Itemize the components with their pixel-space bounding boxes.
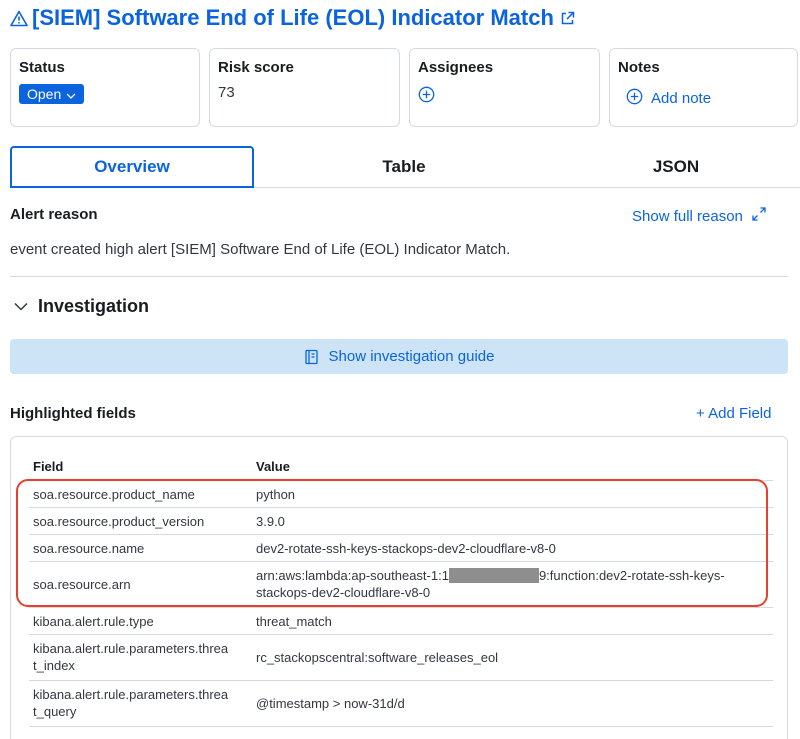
tab-bar: Overview Table JSON (10, 146, 800, 188)
plus-circle-icon (626, 88, 643, 109)
field-value-part: 9:function:dev2-rotate-ssh-keys- (538, 568, 725, 583)
field-name: kibana.alert.rule.type (33, 614, 154, 629)
field-name-part: t_index (33, 658, 75, 673)
column-header-field: Field (33, 459, 64, 474)
redaction-block (448, 568, 539, 583)
notes-label: Notes (618, 59, 660, 76)
field-name: kibana.alert.rule.parameters.threa t_ind… (33, 640, 228, 674)
table-row: soa.resource.product_version 3.9.0 (29, 508, 773, 535)
table-row: soa.resource.arn arn:aws:lambda:ap-south… (29, 562, 773, 608)
highlighted-fields-label: Highlighted fields (10, 405, 136, 422)
table-row: soa.resource.product_name python (29, 481, 773, 508)
field-name: soa.resource.product_version (33, 514, 205, 529)
show-investigation-guide-button[interactable]: Show investigation guide (10, 339, 788, 374)
table-row: kibana.alert.rule.type threat_match (29, 608, 773, 635)
investigation-label: Investigation (38, 296, 150, 316)
add-note-label: Add note (651, 90, 712, 107)
alert-reason-label: Alert reason (10, 206, 98, 223)
tab-table[interactable]: Table (268, 146, 540, 188)
add-assignee-button[interactable] (418, 86, 435, 108)
field-value: 3.9.0 (256, 514, 285, 529)
risk-score-value: 73 (218, 84, 235, 101)
status-label: Status (19, 59, 65, 76)
chevron-down-icon (14, 302, 28, 311)
field-name-part: kibana.alert.rule.parameters.threa (33, 641, 229, 656)
alert-title-text[interactable]: [SIEM] Software End of Life (EOL) Indica… (32, 5, 554, 31)
chevron-down-icon (66, 86, 76, 102)
book-icon (304, 349, 319, 365)
add-field-button[interactable]: + Add Field (696, 405, 771, 422)
show-full-reason-link[interactable]: Show full reason (632, 206, 767, 226)
highlighted-fields-table: Field Value soa.resource.product_name py… (10, 436, 788, 739)
risk-score-card: Risk score 73 (209, 48, 400, 127)
field-value-part: stackops-dev2-cloudflare-v8-0 (256, 585, 431, 600)
field-name: soa.resource.arn (33, 577, 131, 592)
expand-icon (751, 206, 767, 226)
status-value: Open (27, 86, 62, 102)
divider (10, 276, 788, 277)
field-value-part: arn:aws:lambda:ap-southeast-1:1 (256, 568, 449, 583)
plus-circle-icon (418, 86, 435, 108)
field-name: kibana.alert.rule.parameters.threa t_que… (33, 686, 228, 720)
table-row: kibana.alert.rule.parameters.threa t_ind… (29, 635, 773, 681)
field-name-part: t_query (33, 704, 77, 719)
investigation-toggle[interactable]: Investigation (14, 296, 149, 317)
field-name-part: kibana.alert.rule.parameters.threa (33, 687, 229, 702)
table-row: kibana.alert.rule.parameters.threa t_que… (29, 681, 773, 727)
show-full-reason-label: Show full reason (632, 207, 743, 225)
field-value: rc_stackopscentral:software_releases_eol (256, 650, 499, 665)
field-value: dev2-rotate-ssh-keys-stackops-dev2-cloud… (256, 541, 556, 556)
assignees-card: Assignees (409, 48, 600, 127)
show-investigation-guide-label: Show investigation guide (328, 348, 495, 365)
table-row: soa.resource.name dev2-rotate-ssh-keys-s… (29, 535, 773, 562)
alert-reason-text: event created high alert [SIEM] Software… (10, 241, 511, 258)
column-header-value: Value (256, 459, 290, 474)
field-value: python (256, 487, 296, 502)
alert-title[interactable]: [SIEM] Software End of Life (EOL) Indica… (10, 4, 575, 32)
external-link-icon[interactable] (560, 11, 575, 26)
tab-overview[interactable]: Overview (10, 146, 254, 188)
assignees-label: Assignees (418, 59, 494, 76)
risk-score-label: Risk score (218, 59, 294, 76)
field-value: arn:aws:lambda:ap-southeast-1:1 9:functio… (256, 567, 771, 601)
field-name: soa.resource.name (33, 541, 145, 556)
status-dropdown[interactable]: Open (19, 84, 85, 104)
add-note-button[interactable]: Add note (626, 88, 711, 109)
field-value: @timestamp > now-31d/d (256, 696, 405, 711)
warning-icon (10, 10, 28, 27)
field-name: soa.resource.product_name (33, 487, 195, 502)
tab-json[interactable]: JSON (540, 146, 800, 188)
field-value: threat_match (256, 614, 332, 629)
status-card: Status Open (10, 48, 200, 127)
notes-card: Notes Add note (609, 48, 798, 127)
